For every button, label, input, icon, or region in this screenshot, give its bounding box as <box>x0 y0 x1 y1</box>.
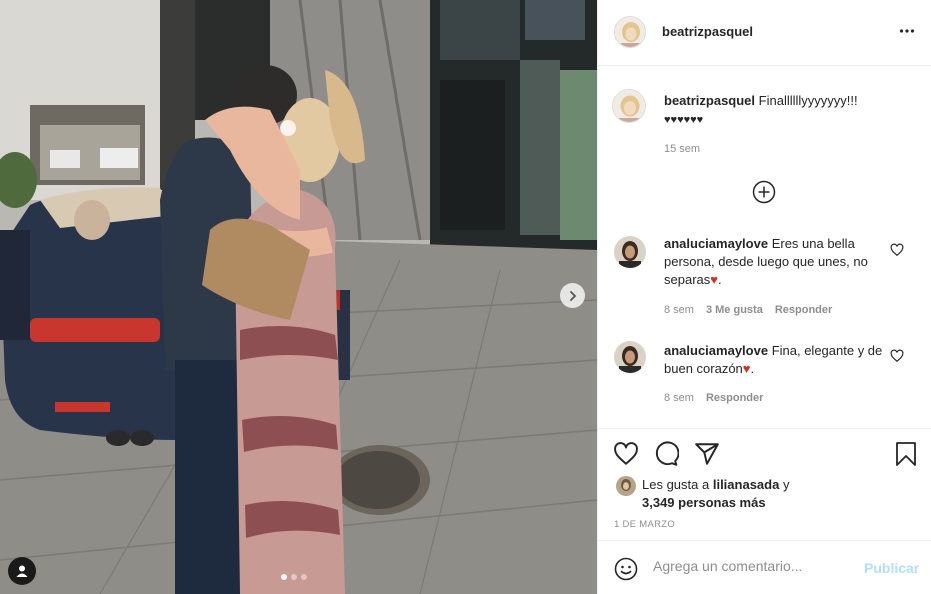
carousel-dot <box>281 574 287 580</box>
likes-prefix: Les gusta a <box>642 477 710 492</box>
comment-meta: 8 sem Responder <box>664 392 763 404</box>
publish-button[interactable]: Publicar <box>864 560 919 576</box>
photo-scene <box>0 0 597 594</box>
commenter-avatar[interactable] <box>614 341 646 373</box>
add-comment-bar: Publicar <box>598 540 931 594</box>
post-photo[interactable] <box>0 0 597 594</box>
heart-outline-icon[interactable] <box>613 441 639 467</box>
chevron-right-icon <box>569 290 576 301</box>
paper-plane-icon[interactable] <box>694 441 720 467</box>
comment-like-icon[interactable] <box>890 243 904 257</box>
carousel-indicator <box>281 574 307 580</box>
comment-username[interactable]: analuciamaylove <box>664 236 768 251</box>
caption-avatar[interactable] <box>612 89 646 123</box>
commenter-avatar[interactable] <box>614 236 646 268</box>
avatar-image <box>613 90 645 122</box>
speech-bubble-icon[interactable] <box>653 441 679 467</box>
more-horizontal-icon[interactable] <box>898 22 916 40</box>
red-heart-emoji: ♥ <box>742 361 751 376</box>
comment-input[interactable] <box>653 558 853 574</box>
carousel-dot <box>301 574 307 580</box>
caption-age[interactable]: 15 sem <box>664 143 700 155</box>
liker-avatar[interactable] <box>616 476 636 496</box>
avatar-image <box>614 341 646 373</box>
comment-age[interactable]: 8 sem <box>664 304 694 316</box>
caption-meta: 15 sem <box>664 143 700 155</box>
comment-likes[interactable]: 3 Me gusta <box>706 304 763 316</box>
comment-text-end: . <box>717 272 722 287</box>
caption-username[interactable]: beatrizpasquel <box>664 93 755 108</box>
liker-username[interactable]: lilianasada <box>713 477 779 492</box>
next-slide-button[interactable] <box>560 283 585 308</box>
likes-joiner: y <box>782 477 790 492</box>
comments-section: beatrizpasquel Finallllllyyyyyyy!!! ♥♥♥♥… <box>598 67 931 427</box>
caption-text: Finallllllyyyyyyy!!! <box>758 93 858 108</box>
comment: analuciamaylove Fina, elegante y de buen… <box>664 342 886 378</box>
caption-hearts: ♥♥♥♥♥♥ <box>664 114 704 126</box>
plus-circle-icon[interactable] <box>752 180 776 204</box>
reply-button[interactable]: Responder <box>775 304 832 316</box>
comment: analuciamaylove Eres una bella persona, … <box>664 235 886 289</box>
comment-username[interactable]: analuciamaylove <box>664 343 768 358</box>
post-actions: Les gusta a lilianasada y 3,349 personas… <box>598 428 931 540</box>
comment-text-end: . <box>750 361 755 376</box>
avatar-image <box>615 17 645 47</box>
post-header: beatrizpasquel <box>598 0 931 66</box>
comment-meta: 8 sem 3 Me gusta Responder <box>664 304 832 316</box>
red-heart-emoji: ♥ <box>710 272 718 287</box>
caption: beatrizpasquel Finallllllyyyyyyy!!! ♥♥♥♥… <box>664 92 886 129</box>
carousel-dot <box>291 574 297 580</box>
reply-button[interactable]: Responder <box>706 392 763 404</box>
bookmark-icon[interactable] <box>894 441 918 467</box>
user-tags-button[interactable] <box>8 557 36 585</box>
author-username[interactable]: beatrizpasquel <box>662 24 753 39</box>
likes-summary: Les gusta a lilianasada y 3,349 personas… <box>642 476 882 512</box>
avatar-image <box>614 236 646 268</box>
comment-age[interactable]: 8 sem <box>664 392 694 404</box>
smiley-icon[interactable] <box>614 557 638 581</box>
avatar-image <box>616 476 636 496</box>
likes-count[interactable]: 3,349 personas más <box>642 495 766 510</box>
author-avatar[interactable] <box>614 16 646 48</box>
post-date[interactable]: 1 de marzo <box>614 519 675 530</box>
post-side-panel: beatrizpasquel beatrizpasquel Finallllll… <box>597 0 931 594</box>
user-tag-icon <box>16 565 28 577</box>
comment-like-icon[interactable] <box>890 349 904 363</box>
